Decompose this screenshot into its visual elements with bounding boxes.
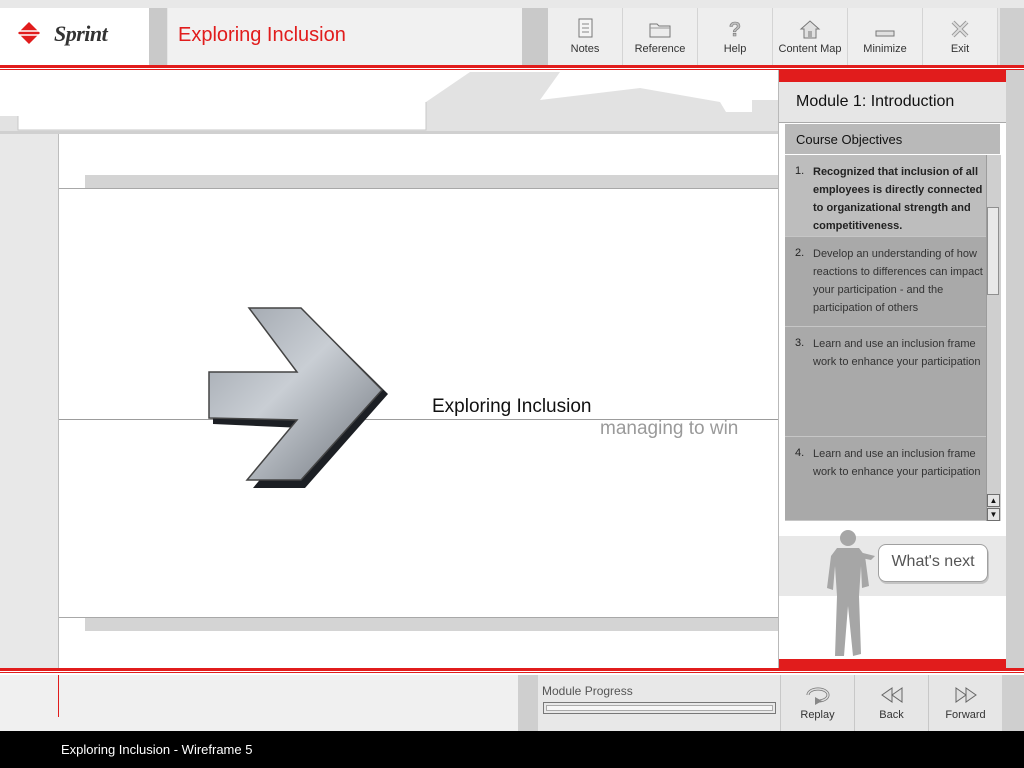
replay-label: Replay <box>800 709 835 721</box>
left-rail <box>0 134 59 668</box>
hero-title: Exploring Inclusion <box>432 396 592 417</box>
close-icon <box>951 20 969 38</box>
notes-label: Notes <box>570 43 600 55</box>
header-red-rule <box>0 65 1024 68</box>
objectives-heading: Course Objectives <box>796 132 903 147</box>
content-area <box>59 134 778 668</box>
module-title: Module 1: Introduction <box>796 93 955 110</box>
header-separator <box>522 8 548 66</box>
footer-red-rule <box>0 672 1024 673</box>
divider-band <box>85 175 778 188</box>
brand-name: Sprint <box>54 21 108 46</box>
navigation-controls: Replay Back Forward <box>780 675 1002 731</box>
status-text: Exploring Inclusion - Wireframe 5 <box>61 742 253 757</box>
replay-button[interactable]: Replay <box>780 675 854 731</box>
forward-icon <box>955 687 977 703</box>
app-title: Exploring Inclusion <box>178 24 346 46</box>
toolbar-end <box>1000 8 1024 66</box>
objective-text: Learn and use an inclusion frame work to… <box>813 338 981 368</box>
panel-red-band <box>779 70 1006 82</box>
objective-number: 4. <box>795 447 805 459</box>
notes-icon <box>578 18 593 38</box>
objective-item[interactable]: 2. Develop an understanding of how react… <box>785 237 986 327</box>
sprint-diamond-icon <box>18 22 40 44</box>
module-progress-label: Module Progress <box>542 684 633 698</box>
forward-button[interactable]: Forward <box>928 675 1002 731</box>
objective-number: 2. <box>795 247 805 259</box>
help-button[interactable]: ? Help <box>698 8 773 66</box>
content-map-label: Content Map <box>778 43 842 55</box>
objectives-list[interactable]: 1. Recognized that inclusion of all empl… <box>785 155 986 521</box>
person-silhouette-icon <box>827 530 875 656</box>
objective-item[interactable]: 4. Learn and use an inclusion frame work… <box>785 437 986 521</box>
content-map-icon <box>799 20 821 39</box>
replay-icon <box>806 687 829 705</box>
objective-number: 3. <box>795 337 805 349</box>
minimize-label: Minimize <box>863 43 907 55</box>
minimize-icon <box>875 30 895 37</box>
objective-number: 1. <box>795 165 805 177</box>
reference-label: Reference <box>634 43 686 55</box>
reference-button[interactable]: Reference <box>623 8 698 66</box>
hero-subtitle: managing to win <box>600 418 739 439</box>
notes-button[interactable]: Notes <box>548 8 623 66</box>
header-separator <box>149 8 167 66</box>
divider-band <box>85 618 778 631</box>
arrow-right-graphic <box>208 307 388 488</box>
folder-icon <box>649 23 671 38</box>
minimize-button[interactable]: Minimize <box>848 8 923 66</box>
forward-label: Forward <box>945 709 986 721</box>
back-icon <box>880 687 902 703</box>
top-strip <box>0 0 1024 8</box>
exit-button[interactable]: Exit <box>923 8 998 66</box>
objective-text: Develop an understanding of how reaction… <box>813 248 983 314</box>
exit-label: Exit <box>950 43 970 55</box>
footer-separator <box>518 675 538 731</box>
content-map-button[interactable]: Content Map <box>773 8 848 66</box>
footer-end <box>1002 675 1024 731</box>
back-label: Back <box>879 709 904 721</box>
objective-item[interactable]: 1. Recognized that inclusion of all empl… <box>785 155 986 237</box>
scroll-up-button[interactable]: ▲ <box>987 494 1000 507</box>
objective-item[interactable]: 3. Learn and use an inclusion frame work… <box>785 327 986 437</box>
scroll-down-button[interactable]: ▼ <box>987 508 1000 521</box>
footer-red-rule <box>0 668 1024 671</box>
module-progress-fill <box>546 705 773 711</box>
svg-text:?: ? <box>729 19 741 40</box>
help-label: Help <box>723 43 747 55</box>
toolbar: Notes Reference ? Help Content Map Minim… <box>548 8 1000 66</box>
whats-next-button[interactable]: What's next <box>878 544 988 582</box>
banner-skyline-graphic <box>0 72 778 134</box>
footer-left-area <box>0 675 518 731</box>
divider <box>59 188 778 189</box>
objective-text: Recognized that inclusion of all employe… <box>813 166 983 232</box>
footer-red-mark <box>58 675 59 717</box>
back-button[interactable]: Back <box>854 675 928 731</box>
panel-side-strip <box>1006 70 1024 668</box>
objective-text: Learn and use an inclusion frame work to… <box>813 448 981 478</box>
scrollbar-thumb[interactable] <box>987 207 999 295</box>
help-icon: ? <box>729 19 742 40</box>
